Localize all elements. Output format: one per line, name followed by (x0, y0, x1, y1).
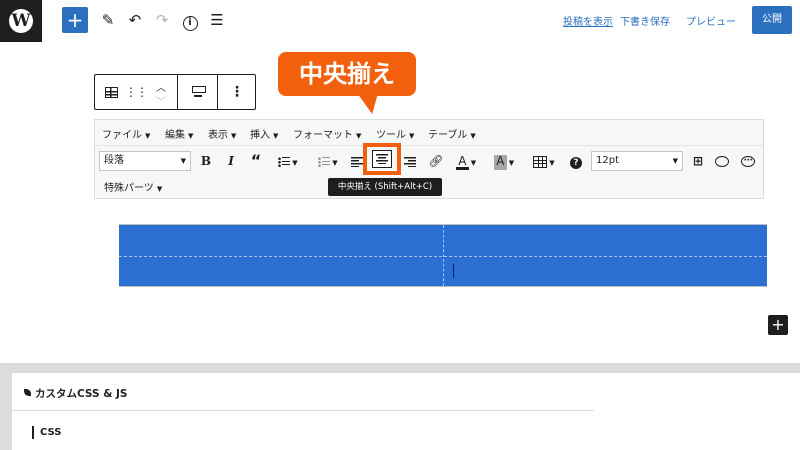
font-size-select[interactable]: 12pt ▼ (591, 151, 683, 171)
toolbar-divider (217, 75, 218, 109)
align-center-highlight[interactable] (363, 143, 401, 175)
italic-button[interactable]: I (220, 151, 242, 171)
text-color-icon: A (455, 155, 469, 170)
table-row-divider (119, 256, 767, 257)
publish-button[interactable]: 公開 (752, 6, 792, 34)
caret-down-icon: ▼ (356, 132, 362, 140)
move-up-icon[interactable]: ︿ (149, 79, 173, 94)
block-type-button[interactable] (99, 75, 123, 109)
redo-icon[interactable]: ↷ (150, 8, 174, 32)
insert-shortcode-button[interactable]: ⊞ (687, 151, 709, 171)
menubar: ファイル ▼ 編集 ▼ 表示 ▼ 挿入 ▼ フォーマット ▼ ツール ▼ テーブル ▼ (95, 120, 763, 146)
menu-edit[interactable]: 編集 ▼ (165, 126, 193, 141)
pencil-icon[interactable]: ✎ (96, 8, 120, 32)
align-block-button[interactable] (185, 75, 211, 109)
menu-tools[interactable]: ツール ▼ (376, 126, 414, 141)
view-post-link[interactable]: 投稿を表示 (563, 13, 613, 28)
format-select[interactable]: 段落 ▼ (99, 151, 191, 171)
caret-down-icon: ▼ (156, 185, 163, 193)
block-mover: ︿ ﹀ (149, 75, 173, 109)
content-table[interactable] (119, 224, 767, 287)
align-center-tooltip: 中央揃え (Shift+Alt+C) (328, 178, 442, 196)
speech-bubble-icon (715, 156, 729, 167)
block-toolbar: ⋮⋮ ︿ ﹀ ⋮ (94, 74, 256, 110)
caret-down-icon: ▼ (470, 159, 477, 167)
custom-css-js-metabox (12, 373, 800, 450)
toolbar-divider (177, 75, 178, 109)
shortcode-icon: ⊞ (692, 154, 704, 168)
comment-button[interactable] (711, 151, 733, 171)
leaf-icon (24, 389, 31, 396)
bullet-list-icon (278, 156, 291, 167)
caret-down-icon: ▼ (508, 159, 515, 167)
caret-down-icon: ▼ (231, 132, 237, 140)
caret-down-icon: ▼ (180, 157, 186, 165)
list-view-icon[interactable]: ☰ (205, 8, 229, 32)
metabox-divider (12, 410, 594, 411)
align-left-icon (351, 156, 363, 167)
bold-button[interactable]: B (195, 151, 217, 171)
undo-icon[interactable]: ↶ (123, 8, 147, 32)
caret-down-icon: ▼ (145, 132, 151, 140)
background-color-icon: A (493, 155, 507, 170)
more-options-button[interactable]: ⋮ (223, 75, 251, 109)
menu-table[interactable]: テーブル ▼ (428, 126, 476, 141)
align-center-button[interactable] (372, 150, 392, 168)
numbered-list-icon (318, 156, 331, 167)
caret-down-icon: ▼ (549, 159, 555, 167)
comment-more-button[interactable]: ••• (737, 151, 759, 171)
save-draft-button[interactable]: 下書き保存 (620, 13, 670, 28)
editor-topbar: W + ✎ ↶ ↷ i ☰ 投稿を表示 下書き保存 プレビュー 公開 (0, 0, 800, 42)
help-button[interactable]: ? (565, 151, 587, 171)
align-top-icon (191, 85, 206, 99)
callout-tail (357, 94, 383, 114)
add-block-button[interactable]: + (62, 7, 88, 33)
wordpress-logo-icon[interactable]: W (0, 0, 42, 42)
preview-button[interactable]: プレビュー (686, 13, 736, 28)
link-icon: 🔗︎ (428, 154, 444, 168)
numbered-list-button[interactable]: ▼ (313, 151, 343, 171)
move-down-icon[interactable]: ﹀ (149, 93, 173, 108)
caret-down-icon: ▼ (470, 132, 476, 140)
css-section-label: CSS (32, 426, 61, 439)
formatting-row: 段落 ▼ B I “ ▼ ▼ 🔗︎ A ▼ A ▼ ▼ ? 12pt ▼ ⊞ ••• (95, 143, 763, 175)
caret-down-icon: ▼ (292, 159, 298, 167)
caret-down-icon: ▼ (188, 132, 194, 140)
menu-file[interactable]: ファイル ▼ (102, 126, 150, 141)
align-right-button[interactable] (401, 151, 419, 171)
info-icon[interactable]: i (178, 8, 202, 32)
more-vertical-icon: ⋮ (230, 84, 244, 100)
blockquote-button[interactable]: “ (245, 151, 267, 171)
bullet-list-button[interactable]: ▼ (273, 151, 303, 171)
align-center-icon (376, 154, 388, 164)
classic-block-icon (104, 86, 118, 98)
text-cursor (453, 264, 454, 278)
align-right-icon (404, 156, 416, 167)
metabox-title[interactable]: カスタムCSS & JS (24, 386, 128, 401)
caret-down-icon: ▼ (273, 132, 279, 140)
menu-view[interactable]: 表示 ▼ (208, 126, 236, 141)
text-color-button[interactable]: A ▼ (451, 151, 481, 171)
menu-format[interactable]: フォーマット ▼ (293, 126, 361, 141)
menu-insert[interactable]: 挿入 ▼ (250, 126, 278, 141)
drag-handle-icon: ⋮⋮ (125, 85, 148, 99)
caret-down-icon: ▼ (409, 132, 415, 140)
special-parts-menu[interactable]: 特殊パーツ ▼ (104, 179, 162, 194)
help-icon: ? (570, 157, 582, 169)
table-icon (533, 155, 548, 168)
callout-annotation: 中央揃え (278, 52, 416, 96)
table-button[interactable]: ▼ (529, 151, 559, 171)
speech-bubble-dots-icon: ••• (741, 156, 755, 167)
caret-down-icon: ▼ (332, 159, 338, 167)
background-color-button[interactable]: A ▼ (489, 151, 519, 171)
caret-down-icon: ▼ (672, 157, 678, 165)
block-inserter-button[interactable]: + (768, 315, 788, 335)
insert-link-button[interactable]: 🔗︎ (425, 151, 447, 171)
drag-handle[interactable]: ⋮⋮ (125, 75, 148, 109)
